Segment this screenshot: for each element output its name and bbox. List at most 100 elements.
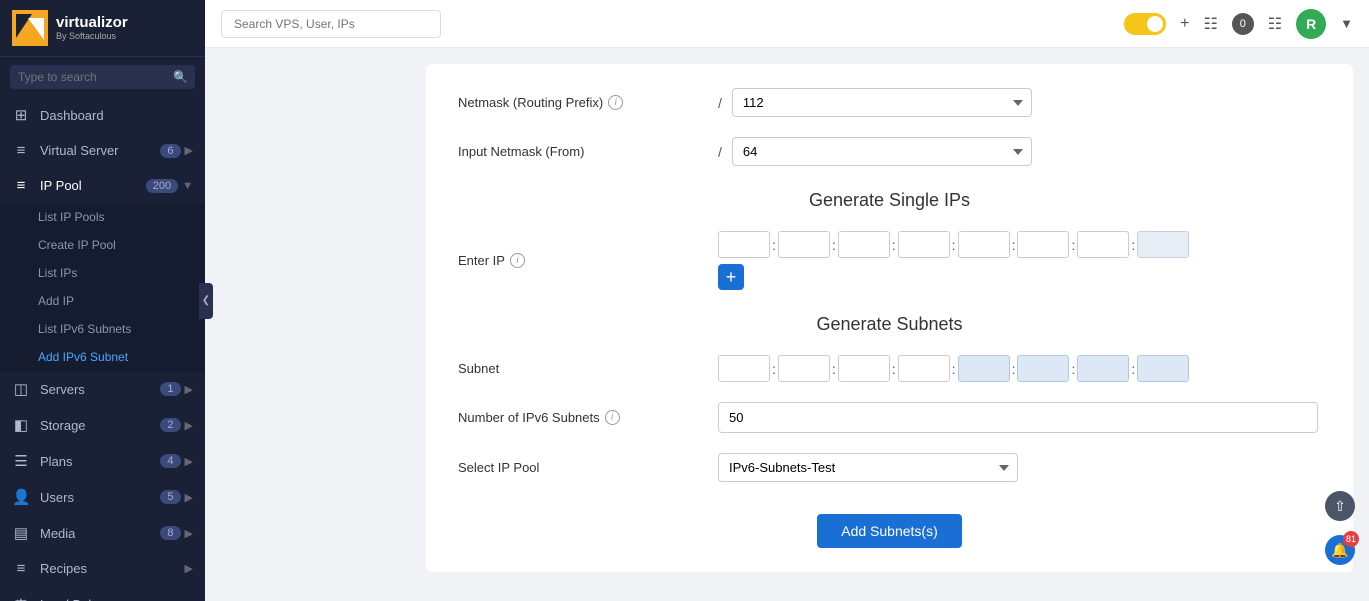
topbar: + ☷ 0 ☷ R ▼ [205, 0, 1369, 48]
select-ip-pool-label: Select IP Pool [458, 460, 718, 475]
input-netmask-select[interactable]: 48 56 64 72 80 [732, 137, 1032, 166]
list-icon[interactable]: ☷ [1203, 14, 1217, 34]
num-ipv6-subnets-input[interactable] [718, 402, 1318, 433]
plans-icon: ☰ [12, 452, 30, 470]
sidebar-item-media-label: Media [40, 526, 160, 541]
sidebar-nav: ⊞ Dashboard ≡ Virtual Server 6 ▶ ≡ IP Po… [0, 97, 205, 601]
subnet-row: Subnet : : : : : : : [458, 355, 1321, 382]
servers-icon: ◫ [12, 380, 30, 398]
theme-toggle[interactable] [1124, 13, 1166, 35]
sidebar-item-recipes-label: Recipes [40, 561, 185, 576]
sidebar-item-list-ips[interactable]: List IPs [0, 259, 205, 287]
sidebar-item-servers-label: Servers [40, 382, 160, 397]
topbar-search-input[interactable] [221, 10, 441, 38]
storage-badge: 2 [160, 418, 180, 432]
enter-ip-control: : : : : : : : + [718, 231, 1321, 290]
enter-ip-row: Enter IP i : : : : : : [458, 231, 1321, 290]
subnet-seg-7[interactable] [1077, 355, 1129, 382]
netmask-select[interactable]: 112 64 128 [732, 88, 1032, 117]
subnet-seg-2[interactable] [778, 355, 830, 382]
load-balancer-icon: ⚖ [12, 595, 30, 601]
num-ipv6-subnets-label: Number of IPv6 Subnets i [458, 410, 718, 425]
sidebar-item-users[interactable]: 👤 Users 5 ▶ [0, 479, 205, 515]
plus-icon[interactable]: + [1180, 15, 1189, 33]
servers-badge: 1 [160, 382, 180, 396]
ip-seg-6[interactable] [1017, 231, 1069, 258]
sidebar-item-virtual-server[interactable]: ≡ Virtual Server 6 ▶ [0, 133, 205, 168]
ip-seg-3[interactable] [838, 231, 890, 258]
netmask-row: Netmask (Routing Prefix) i / 112 64 128 [458, 88, 1321, 117]
sidebar-item-load-balancer[interactable]: ⚖ Load Balancer ▶ [0, 586, 205, 601]
users-arrow: ▶ [185, 491, 193, 504]
ip-seg-7[interactable] [1077, 231, 1129, 258]
sidebar-item-dashboard[interactable]: ⊞ Dashboard [0, 97, 205, 133]
sidebar-item-list-ipv6-subnets[interactable]: List IPv6 Subnets [0, 315, 205, 343]
ip-seg-2[interactable] [778, 231, 830, 258]
notification-button[interactable]: 🔔 81 [1325, 535, 1355, 565]
netmask-slash: / [718, 95, 722, 111]
subnet-seg-6[interactable] [1017, 355, 1069, 382]
sidebar-item-ip-pool[interactable]: ≡ IP Pool 200 ▼ [0, 168, 205, 203]
servers-arrow: ▶ [185, 383, 193, 396]
topbar-search [221, 10, 441, 38]
subnet-seg-1[interactable] [718, 355, 770, 382]
avatar-dropdown-arrow[interactable]: ▼ [1340, 16, 1353, 31]
num-ipv6-subnets-control [718, 402, 1321, 433]
num-ipv6-subnets-info-icon: i [605, 410, 620, 425]
sidebar-item-add-ipv6-subnet[interactable]: Add IPv6 Subnet [0, 343, 205, 371]
notification-badge: 81 [1343, 531, 1359, 547]
subnet-label: Subnet [458, 361, 718, 376]
sidebar-item-media[interactable]: ▤ Media 8 ▶ [0, 515, 205, 551]
brand-name: virtualizor [56, 15, 128, 32]
sidebar-item-dashboard-label: Dashboard [40, 108, 193, 123]
avatar[interactable]: R [1296, 9, 1326, 39]
netmask-info-icon: i [608, 95, 623, 110]
subnet-fields: : : : : : : : [718, 355, 1189, 382]
netmask-label: Netmask (Routing Prefix) i [458, 95, 718, 110]
sidebar-item-storage[interactable]: ◧ Storage 2 ▶ [0, 407, 205, 443]
add-subnets-button[interactable]: Add Subnets(s) [817, 514, 962, 548]
netmask-control: / 112 64 128 [718, 88, 1321, 117]
subnet-seg-8[interactable] [1137, 355, 1189, 382]
sidebar-item-create-ip-pool[interactable]: Create IP Pool [0, 231, 205, 259]
sidebar-item-recipes[interactable]: ≡ Recipes ▶ [0, 551, 205, 586]
ip-seg-4[interactable] [898, 231, 950, 258]
sidebar-item-plans[interactable]: ☰ Plans 4 ▶ [0, 443, 205, 479]
recipes-icon: ≡ [12, 560, 30, 577]
recipes-arrow: ▶ [185, 562, 193, 575]
sidebar-item-ip-pool-label: IP Pool [40, 178, 146, 193]
dashboard-icon: ⊞ [12, 106, 30, 124]
ip-seg-8[interactable] [1137, 231, 1189, 258]
load-balancer-arrow: ▶ [185, 598, 193, 601]
users-badge: 5 [160, 490, 180, 504]
media-badge: 8 [160, 526, 180, 540]
sidebar-item-servers[interactable]: ◫ Servers 1 ▶ [0, 371, 205, 407]
subnet-seg-4[interactable] [898, 355, 950, 382]
ip-pool-arrow: ▼ [182, 180, 193, 192]
ip-pool-icon: ≡ [12, 177, 30, 194]
main-content: Netmask (Routing Prefix) i / 112 64 128 … [410, 48, 1369, 601]
sidebar-item-storage-label: Storage [40, 418, 160, 433]
storage-arrow: ▶ [185, 419, 193, 432]
scroll-up-button[interactable]: ⇧ [1325, 491, 1355, 521]
sidebar-item-list-ip-pools[interactable]: List IP Pools [0, 203, 205, 231]
plans-badge: 4 [160, 454, 180, 468]
sidebar-item-add-ip[interactable]: Add IP [0, 287, 205, 315]
notes-icon[interactable]: ☷ [1268, 14, 1282, 34]
subnet-seg-3[interactable] [838, 355, 890, 382]
sidebar-search-input[interactable] [10, 65, 195, 89]
notification-count-badge[interactable]: 0 [1232, 13, 1254, 35]
select-ip-pool-select[interactable]: IPv6-Subnets-Test [718, 453, 1018, 482]
sidebar-item-virtual-server-label: Virtual Server [40, 143, 160, 158]
ip-pool-badge: 200 [146, 179, 178, 193]
virtual-server-badge: 6 [160, 144, 180, 158]
select-ip-pool-row: Select IP Pool IPv6-Subnets-Test [458, 453, 1321, 482]
sidebar-collapse-toggle[interactable]: ❮ [199, 283, 213, 319]
ip-seg-5[interactable] [958, 231, 1010, 258]
input-netmask-row: Input Netmask (From) / 48 56 64 72 80 [458, 137, 1321, 166]
enter-ip-info-icon: i [510, 253, 525, 268]
subnet-seg-5[interactable] [958, 355, 1010, 382]
select-ip-pool-control: IPv6-Subnets-Test [718, 453, 1321, 482]
add-ip-button[interactable]: + [718, 264, 744, 290]
ip-seg-1[interactable] [718, 231, 770, 258]
